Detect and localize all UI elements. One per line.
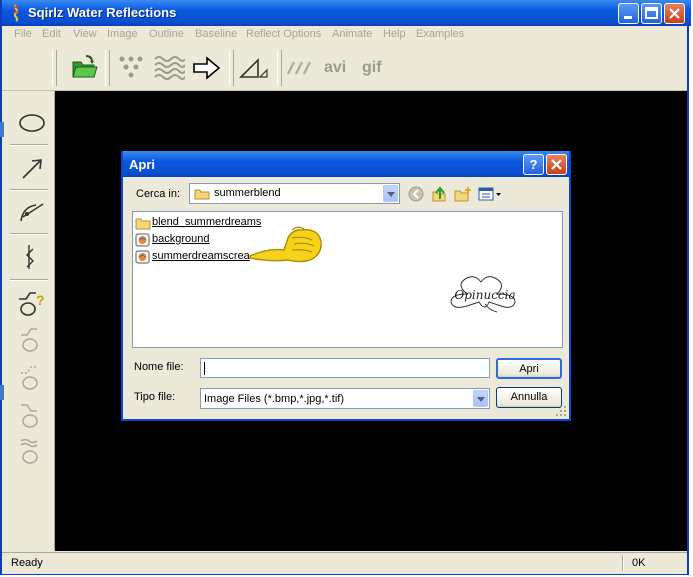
background-edge-2 (0, 385, 4, 400)
ellipse-tool-icon[interactable] (18, 113, 46, 133)
window-title: Sqirlz Water Reflections (28, 5, 177, 20)
new-folder-icon[interactable] (454, 186, 472, 202)
filetype-value: Image Files (*.bmp,*.jpg,*.tif) (204, 393, 344, 405)
open-button[interactable]: Apri (496, 358, 562, 379)
waves-icon[interactable] (153, 54, 185, 82)
svg-text:Opinuccia: Opinuccia (454, 288, 515, 302)
file-name: blend_summerdreams (152, 216, 262, 228)
reflect-mode-3-icon[interactable] (18, 401, 46, 431)
maximize-button[interactable] (641, 3, 662, 24)
reflect-mode-4-icon[interactable] (18, 437, 46, 467)
app-icon (13, 4, 19, 22)
avi-button[interactable]: avi (324, 59, 346, 77)
menu-examples[interactable]: Examples (416, 28, 464, 40)
left-separator-3 (10, 233, 48, 235)
help-icon: ? (529, 157, 538, 172)
look-in-dropdown-arrow[interactable] (383, 185, 398, 202)
status-right: 0K (632, 557, 646, 569)
resize-grip-icon[interactable] (555, 405, 567, 417)
reflect-mode-1-icon[interactable] (18, 325, 46, 355)
svg-text:?: ? (36, 292, 45, 308)
perspective-icon[interactable] (238, 56, 270, 80)
filetype-label: Tipo file: (134, 391, 176, 403)
file-list[interactable]: blend_summerdreams background summerdrea… (132, 211, 563, 348)
status-bar: Ready 0K (2, 552, 687, 574)
view-menu-icon[interactable] (478, 186, 502, 202)
baseline-tool-icon[interactable] (20, 243, 44, 271)
menu-help[interactable]: Help (383, 28, 406, 40)
menu-edit[interactable]: Edit (42, 28, 61, 40)
menu-baseline[interactable]: Baseline (195, 28, 237, 40)
menu-view[interactable]: View (73, 28, 97, 40)
toolbar-grip (52, 50, 57, 86)
left-separator-2 (10, 189, 48, 191)
title-bar[interactable]: Sqirlz Water Reflections (2, 0, 691, 26)
drops-icon[interactable] (116, 54, 146, 82)
menu-outline[interactable]: Outline (149, 28, 184, 40)
text-caret (204, 362, 205, 375)
toolbar-separator-2 (229, 50, 234, 86)
cancel-button[interactable]: Annulla (496, 387, 562, 408)
image-file-icon (135, 250, 150, 264)
minimize-button[interactable] (618, 3, 639, 24)
look-in-value: summerblend (214, 187, 281, 199)
folder-icon (194, 189, 210, 200)
toolbar-separator-3 (277, 50, 282, 86)
menu-animate[interactable]: Animate (332, 28, 372, 40)
toolbar: avi gif (2, 46, 687, 91)
reflect-help-icon[interactable]: ? (16, 287, 48, 319)
filename-label: Nome file: (134, 361, 184, 373)
look-in-combo[interactable]: summerblend (189, 183, 400, 204)
close-button[interactable] (664, 3, 685, 24)
file-name: background (152, 233, 210, 245)
menu-image[interactable]: Image (107, 28, 138, 40)
up-folder-icon[interactable] (431, 186, 447, 202)
toolbar-separator (105, 50, 110, 86)
filetype-dropdown-arrow[interactable] (473, 390, 488, 407)
arrow-tool-icon[interactable] (20, 156, 46, 182)
menu-bar: File Edit View Image Outline Baseline Re… (2, 26, 687, 44)
status-text: Ready (11, 557, 43, 569)
ripple-icon[interactable] (286, 58, 316, 78)
folder-icon (135, 218, 151, 230)
pointing-hand-icon (249, 226, 322, 263)
gif-button[interactable]: gif (362, 59, 382, 77)
filename-input[interactable] (200, 358, 490, 378)
left-separator (10, 144, 48, 146)
dialog-title-bar[interactable]: Apri ? (123, 151, 569, 177)
menu-reflect-options[interactable]: Reflect Options (246, 28, 321, 40)
left-toolbar: ? (2, 91, 55, 551)
status-separator (622, 555, 624, 571)
background-edge (0, 122, 4, 137)
close-icon (669, 8, 680, 19)
dialog-close-button[interactable] (546, 154, 567, 175)
dialog-help-button[interactable]: ? (523, 154, 544, 175)
maximize-icon (645, 7, 658, 19)
open-folder-icon[interactable] (70, 54, 98, 80)
left-separator-4 (10, 279, 48, 281)
file-name: summerdreamscrea (152, 250, 250, 262)
filetype-combo[interactable]: Image Files (*.bmp,*.jpg,*.tif) (200, 388, 490, 409)
menu-file[interactable]: File (14, 28, 32, 40)
close-icon (551, 159, 562, 170)
arrow-right-icon[interactable] (192, 55, 222, 81)
curve-tool-icon[interactable] (18, 199, 46, 225)
reflect-mode-2-icon[interactable] (18, 363, 46, 393)
look-in-label: Cerca in: (136, 188, 181, 200)
watermark-logo: Opinuccia (450, 276, 516, 313)
image-file-icon (135, 233, 150, 247)
back-icon[interactable] (408, 186, 424, 202)
dialog-title: Apri (129, 157, 155, 172)
minimize-icon (624, 16, 632, 19)
open-dialog: Apri ? Cerca in: summerblend blend_summe… (121, 151, 571, 421)
